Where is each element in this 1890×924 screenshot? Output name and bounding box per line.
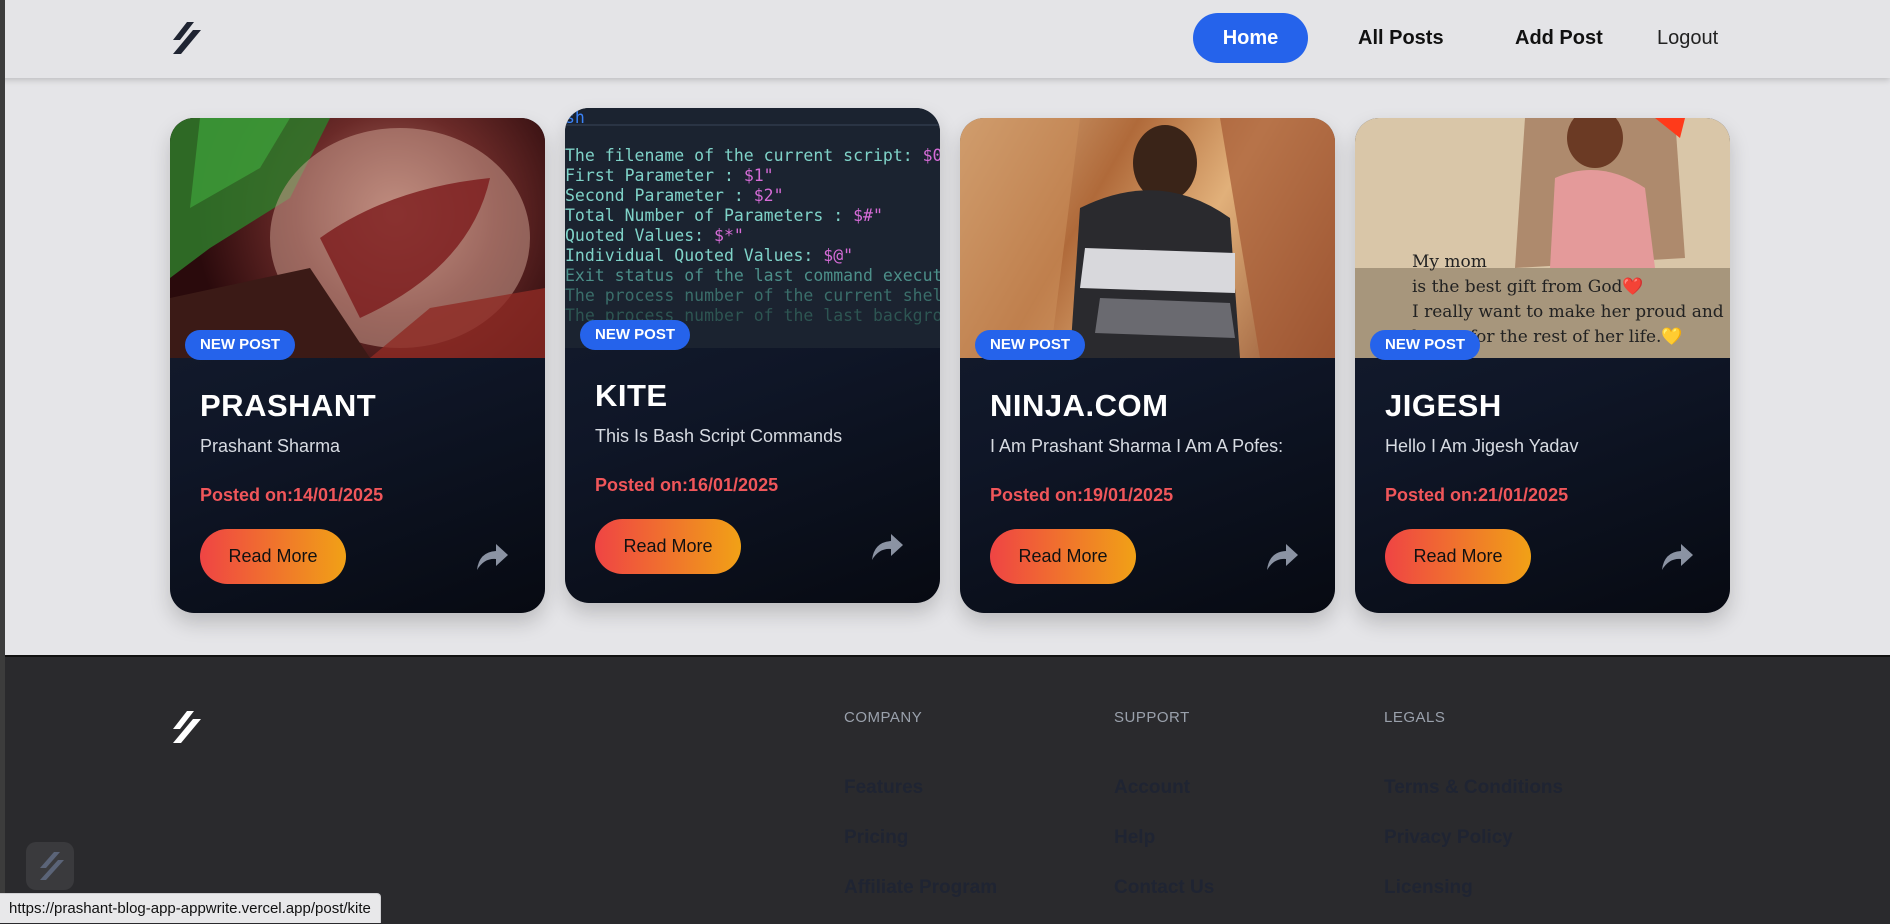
code-line: Quoted Values: $*" xyxy=(565,226,744,245)
post-date: Posted on:16/01/2025 xyxy=(595,475,779,495)
new-post-badge: NEW POST xyxy=(975,330,1086,360)
footer-link-pricing[interactable]: Pricing xyxy=(844,827,908,849)
post-thumbnail[interactable]: sh The filename of the current script: $… xyxy=(565,108,940,348)
nav-all-posts-button[interactable]: All Posts xyxy=(1358,13,1444,63)
share-arrow-icon[interactable] xyxy=(1264,542,1300,574)
post-thumbnail[interactable] xyxy=(170,118,545,358)
post-card: NEW POST NINJA.COM I Am Prashant Sharma … xyxy=(960,118,1335,613)
post-card: My mom is the best gift from God❤️ I rea… xyxy=(1355,118,1730,613)
floating-widget-icon[interactable] xyxy=(26,842,74,890)
share-arrow-icon[interactable] xyxy=(1659,542,1695,574)
post-date: Posted on:21/01/2025 xyxy=(1385,485,1569,505)
read-more-button[interactable]: Read More xyxy=(1385,529,1531,584)
new-post-badge: NEW POST xyxy=(1370,330,1481,360)
code-line: First Parameter : $1" xyxy=(565,166,774,185)
read-more-button[interactable]: Read More xyxy=(200,529,346,584)
new-post-badge: NEW POST xyxy=(580,320,691,350)
footer-link-help[interactable]: Help xyxy=(1114,827,1155,849)
footer-heading-support: SUPPORT xyxy=(1114,709,1190,726)
nav-add-post-button[interactable]: Add Post xyxy=(1515,13,1603,63)
footer: COMPANY Features Pricing Affiliate Progr… xyxy=(0,655,1890,924)
footer-link-features[interactable]: Features xyxy=(844,777,923,799)
code-line: Second Parameter : $2" xyxy=(565,186,784,205)
footer-link-affiliate-program[interactable]: Affiliate Program xyxy=(844,877,997,899)
post-title: JIGESH xyxy=(1385,388,1502,423)
nav-logout-button[interactable]: Logout xyxy=(1657,13,1718,63)
share-arrow-icon[interactable] xyxy=(474,542,510,574)
post-subtitle: This Is Bash Script Commands xyxy=(595,426,843,446)
post-date: Posted on:19/01/2025 xyxy=(990,485,1174,505)
footer-link-privacy-policy[interactable]: Privacy Policy xyxy=(1384,827,1513,849)
slash-logo-icon[interactable] xyxy=(171,707,205,747)
post-subtitle: I Am Prashant Sharma I Am A Pofes: xyxy=(990,436,1284,456)
post-thumbnail[interactable]: My mom is the best gift from God❤️ I rea… xyxy=(1355,118,1730,358)
post-card: sh The filename of the current script: $… xyxy=(565,108,940,603)
post-thumbnail[interactable] xyxy=(960,118,1335,358)
top-navbar: Home All Posts Add Post Logout xyxy=(0,0,1890,78)
post-subtitle: Prashant Sharma xyxy=(200,436,341,456)
post-title: KITE xyxy=(595,378,668,413)
code-line: Exit status of the last command execute xyxy=(565,266,940,285)
post-title: PRASHANT xyxy=(200,388,377,423)
joker-artwork xyxy=(170,118,545,358)
link-status-bar: https://prashant-blog-app-appwrite.verce… xyxy=(0,893,381,923)
post-title: NINJA.COM xyxy=(990,388,1169,423)
footer-link-contact-us[interactable]: Contact Us xyxy=(1114,877,1214,899)
read-more-button[interactable]: Read More xyxy=(595,519,741,574)
footer-heading-legals: LEGALS xyxy=(1384,709,1446,726)
code-line: The process number of the current shell xyxy=(565,286,940,305)
post-subtitle: Hello I Am Jigesh Yadav xyxy=(1385,436,1579,456)
footer-link-account[interactable]: Account xyxy=(1114,777,1190,799)
read-more-button[interactable]: Read More xyxy=(990,529,1136,584)
new-post-badge: NEW POST xyxy=(185,330,296,360)
nav-home-button[interactable]: Home xyxy=(1193,13,1308,63)
post-date: Posted on:14/01/2025 xyxy=(200,485,384,505)
share-arrow-icon[interactable] xyxy=(869,532,905,564)
footer-link-terms[interactable]: Terms & Conditions xyxy=(1384,777,1563,799)
person-photo xyxy=(960,118,1335,358)
post-card: NEW POST PRASHANT Prashant Sharma Posted… xyxy=(170,118,545,613)
footer-heading-company: COMPANY xyxy=(844,709,923,726)
code-line: Total Number of Parameters : $#" xyxy=(565,206,883,225)
slash-logo-icon[interactable] xyxy=(171,18,205,58)
footer-link-licensing[interactable]: Licensing xyxy=(1384,877,1473,899)
code-line: The filename of the current script: $0" xyxy=(565,146,940,165)
code-line: Individual Quoted Values: $@" xyxy=(565,246,854,265)
window-edge xyxy=(0,0,5,922)
